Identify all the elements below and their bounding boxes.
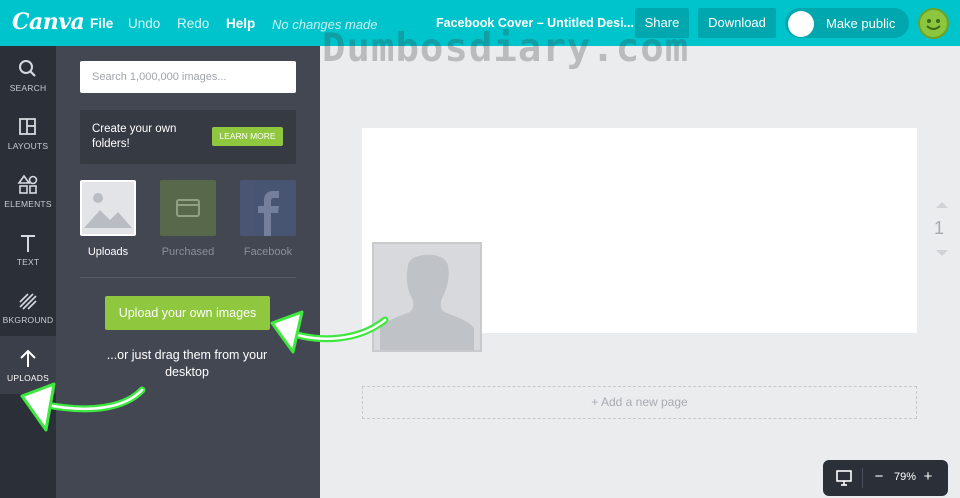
watermark-text: Dumbosdiary.com (322, 26, 690, 71)
zoom-level: 79% (894, 471, 917, 483)
uploads-image-icon (82, 182, 134, 234)
rail-item-background[interactable]: BKGROUND (0, 278, 56, 336)
text-icon (21, 235, 35, 252)
tab-label-facebook[interactable]: Facebook (228, 246, 308, 258)
menu-file[interactable]: File (90, 16, 113, 31)
menu-redo[interactable]: Redo (177, 16, 209, 31)
drag-hint-text: ...or just drag them from your desktop (106, 348, 268, 379)
tab-label-uploads[interactable]: Uploads (68, 246, 148, 258)
toggle-knob[interactable] (788, 11, 814, 37)
tab-purchased[interactable] (160, 180, 216, 236)
tab-label-purchased[interactable]: Purchased (148, 246, 228, 258)
rail-label-elements: ELEMENTS (4, 199, 52, 209)
page-up-icon[interactable] (936, 202, 948, 208)
presentation-icon (836, 470, 852, 486)
profile-silhouette-icon (380, 254, 474, 350)
learn-more-button[interactable]: LEARN MORE (212, 127, 283, 146)
facebook-icon (258, 191, 279, 236)
layouts-icon (19, 118, 36, 135)
rail-label-layouts: LAYOUTS (7, 141, 49, 151)
page-down-icon[interactable] (936, 250, 948, 256)
canva-logo[interactable]: Canva (12, 9, 85, 35)
profile-picture-placeholder[interactable] (372, 242, 482, 352)
rail-label-background: BKGROUND (2, 315, 54, 325)
elements-icon (17, 174, 38, 194)
smiley-face-icon (926, 19, 941, 30)
menu-help[interactable]: Help (226, 16, 255, 31)
rail-label-search: SEARCH (9, 83, 47, 93)
zoom-in-button[interactable]: + (920, 468, 936, 485)
tab-facebook[interactable] (240, 180, 296, 236)
rail-label-text: TEXT (16, 257, 40, 267)
rail-item-elements[interactable]: ELEMENTS (0, 162, 56, 220)
avatar[interactable] (918, 8, 949, 39)
upload-icon (20, 349, 36, 367)
present-button[interactable] (835, 469, 853, 487)
background-icon (19, 293, 37, 310)
upload-images-button[interactable]: Upload your own images (105, 296, 270, 330)
download-button[interactable]: Download (698, 8, 776, 38)
zoom-separator (862, 468, 863, 488)
tab-divider (80, 277, 296, 278)
rail-label-uploads: UPLOADS (6, 373, 50, 383)
menu-undo[interactable]: Undo (128, 16, 160, 31)
rail-item-layouts[interactable]: LAYOUTS (0, 104, 56, 162)
image-search-input[interactable] (80, 61, 296, 93)
purchased-card-icon (176, 199, 200, 217)
make-public-label: Make public (826, 16, 896, 31)
rail-item-uploads[interactable]: UPLOADS (0, 336, 56, 394)
tab-uploads[interactable] (80, 180, 136, 236)
folders-promo-text: Create your own folders! (92, 123, 177, 150)
zoom-out-button[interactable]: − (871, 468, 887, 485)
add-new-page-button[interactable]: + Add a new page (362, 386, 917, 419)
rail-item-search[interactable]: SEARCH (0, 46, 56, 104)
search-icon (19, 60, 36, 77)
page-number: 1 (934, 218, 945, 238)
rail-item-text[interactable]: TEXT (0, 220, 56, 278)
